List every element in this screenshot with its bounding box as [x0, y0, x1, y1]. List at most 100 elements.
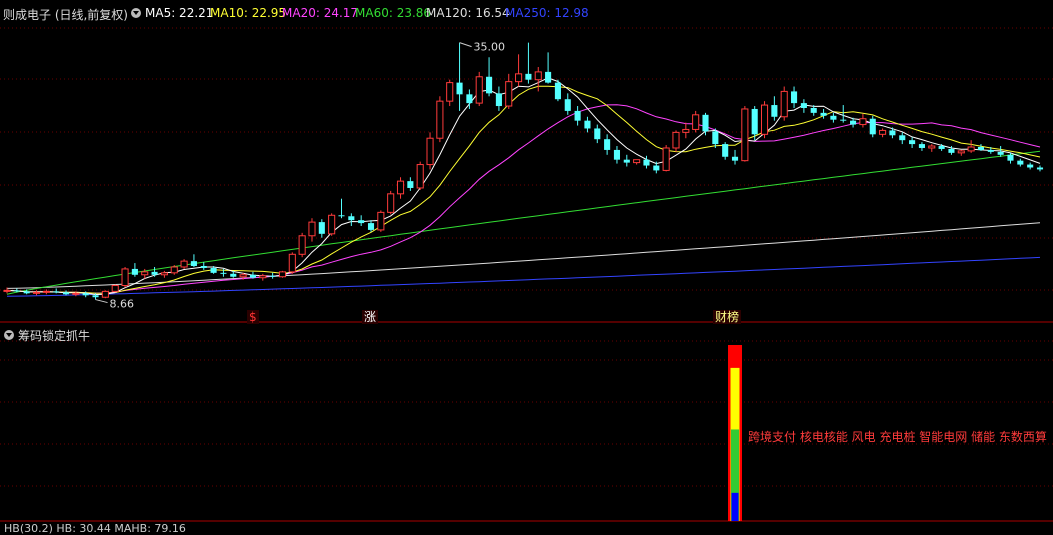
candle-body: [653, 165, 660, 171]
indicator-title[interactable]: 筹码锁定抓牛: [18, 327, 90, 344]
ma250-line: [6, 256, 1041, 297]
candle-body: [1027, 164, 1034, 168]
candle-body: [722, 144, 729, 157]
candle-body: [101, 290, 109, 298]
candle-body: [564, 99, 571, 111]
candle-body: [515, 73, 523, 83]
candle-body: [574, 110, 581, 121]
candle-body: [977, 147, 985, 150]
candle-body: [633, 159, 641, 164]
indicator-dropdown-icon[interactable]: [4, 330, 14, 340]
candle-body: [131, 268, 138, 275]
concept-tags: 跨境支付 核电核能 风电 充电桩 智能电网 储能 东数西算: [748, 430, 1047, 444]
candle-body: [348, 216, 355, 221]
candle-body: [909, 140, 916, 145]
candle-body: [190, 261, 197, 267]
candle-body: [741, 108, 749, 162]
candle-body: [377, 211, 385, 231]
candle-body: [987, 149, 994, 152]
candle-body: [407, 181, 414, 188]
candle-body: [967, 146, 975, 152]
candle-body: [259, 275, 267, 279]
candle-body: [358, 220, 365, 224]
candle-body: [760, 104, 769, 135]
candle-body: [308, 221, 316, 237]
candle-body: [957, 150, 965, 154]
candle-body: [220, 272, 227, 274]
candle-body: [800, 103, 807, 108]
candle-body: [1036, 167, 1044, 170]
candle-body: [475, 76, 483, 104]
candle-body: [505, 81, 513, 107]
high-pointer: [459, 42, 472, 48]
news-marker-finance[interactable]: 财榜: [713, 310, 742, 324]
candle-body: [869, 118, 876, 135]
candle-body: [997, 151, 1004, 155]
candle-body: [534, 71, 542, 81]
candle-body: [790, 91, 798, 104]
candle-body: [387, 193, 395, 213]
candle-body: [230, 273, 237, 277]
ma5-line: [6, 77, 1041, 296]
candle-body: [840, 119, 847, 121]
candle-body: [938, 146, 945, 149]
candle-body: [13, 290, 20, 292]
news-marker-limitup[interactable]: 涨: [362, 310, 379, 324]
low-price-label: 8.66: [110, 298, 134, 311]
candle-body: [249, 274, 257, 278]
candle-body: [486, 76, 493, 94]
candle-body: [850, 120, 857, 125]
low-pointer: [95, 299, 108, 304]
candle-body: [426, 137, 434, 166]
candle-body: [210, 267, 217, 273]
candle-body: [328, 214, 336, 235]
candle-body: [771, 105, 778, 117]
candle-body: [731, 156, 739, 161]
candle-body: [141, 271, 149, 276]
candle-body: [830, 115, 837, 120]
candle-body: [367, 223, 375, 230]
candle-body: [111, 285, 119, 292]
candle-body: [810, 107, 817, 113]
kline-chart[interactable]: 35.00 8.66: [0, 0, 1053, 529]
candle-body: [396, 180, 405, 195]
candle-body: [288, 253, 296, 273]
candle-body: [899, 135, 906, 141]
candle-body: [298, 235, 306, 255]
candle-body: [525, 73, 532, 80]
candle-body: [436, 100, 444, 139]
candle-body: [662, 147, 670, 171]
candle-body: [446, 82, 454, 102]
candle-body: [889, 130, 896, 136]
candle-body: [584, 120, 591, 129]
candle-body: [53, 291, 60, 293]
candle-body: [928, 145, 936, 149]
candle-body: [1007, 154, 1014, 161]
news-marker-dividend[interactable]: $: [247, 310, 259, 324]
indicator-bar-segment: [731, 492, 739, 521]
candle-body: [682, 128, 690, 133]
candle-body: [121, 268, 129, 287]
candle-body: [3, 289, 11, 292]
candle-body: [948, 148, 955, 153]
candle-body: [623, 159, 630, 163]
candle-body: [918, 144, 925, 148]
candle-body: [780, 90, 788, 118]
candle-body: [180, 260, 188, 268]
candle-body: [859, 118, 867, 126]
candle-body: [879, 129, 887, 135]
candle-body: [495, 93, 502, 107]
candle-body: [278, 271, 287, 278]
candle-body: [594, 128, 601, 140]
candle-body: [318, 222, 325, 234]
candle-body: [604, 139, 611, 150]
candle-body: [92, 295, 99, 298]
candle-body: [42, 290, 50, 293]
candle-body: [672, 131, 680, 149]
candle-body: [456, 82, 463, 95]
candle-body: [239, 274, 247, 278]
candle-body: [692, 114, 700, 130]
candle-body: [32, 291, 41, 294]
candle-body: [466, 94, 473, 104]
candle-body: [338, 215, 345, 217]
